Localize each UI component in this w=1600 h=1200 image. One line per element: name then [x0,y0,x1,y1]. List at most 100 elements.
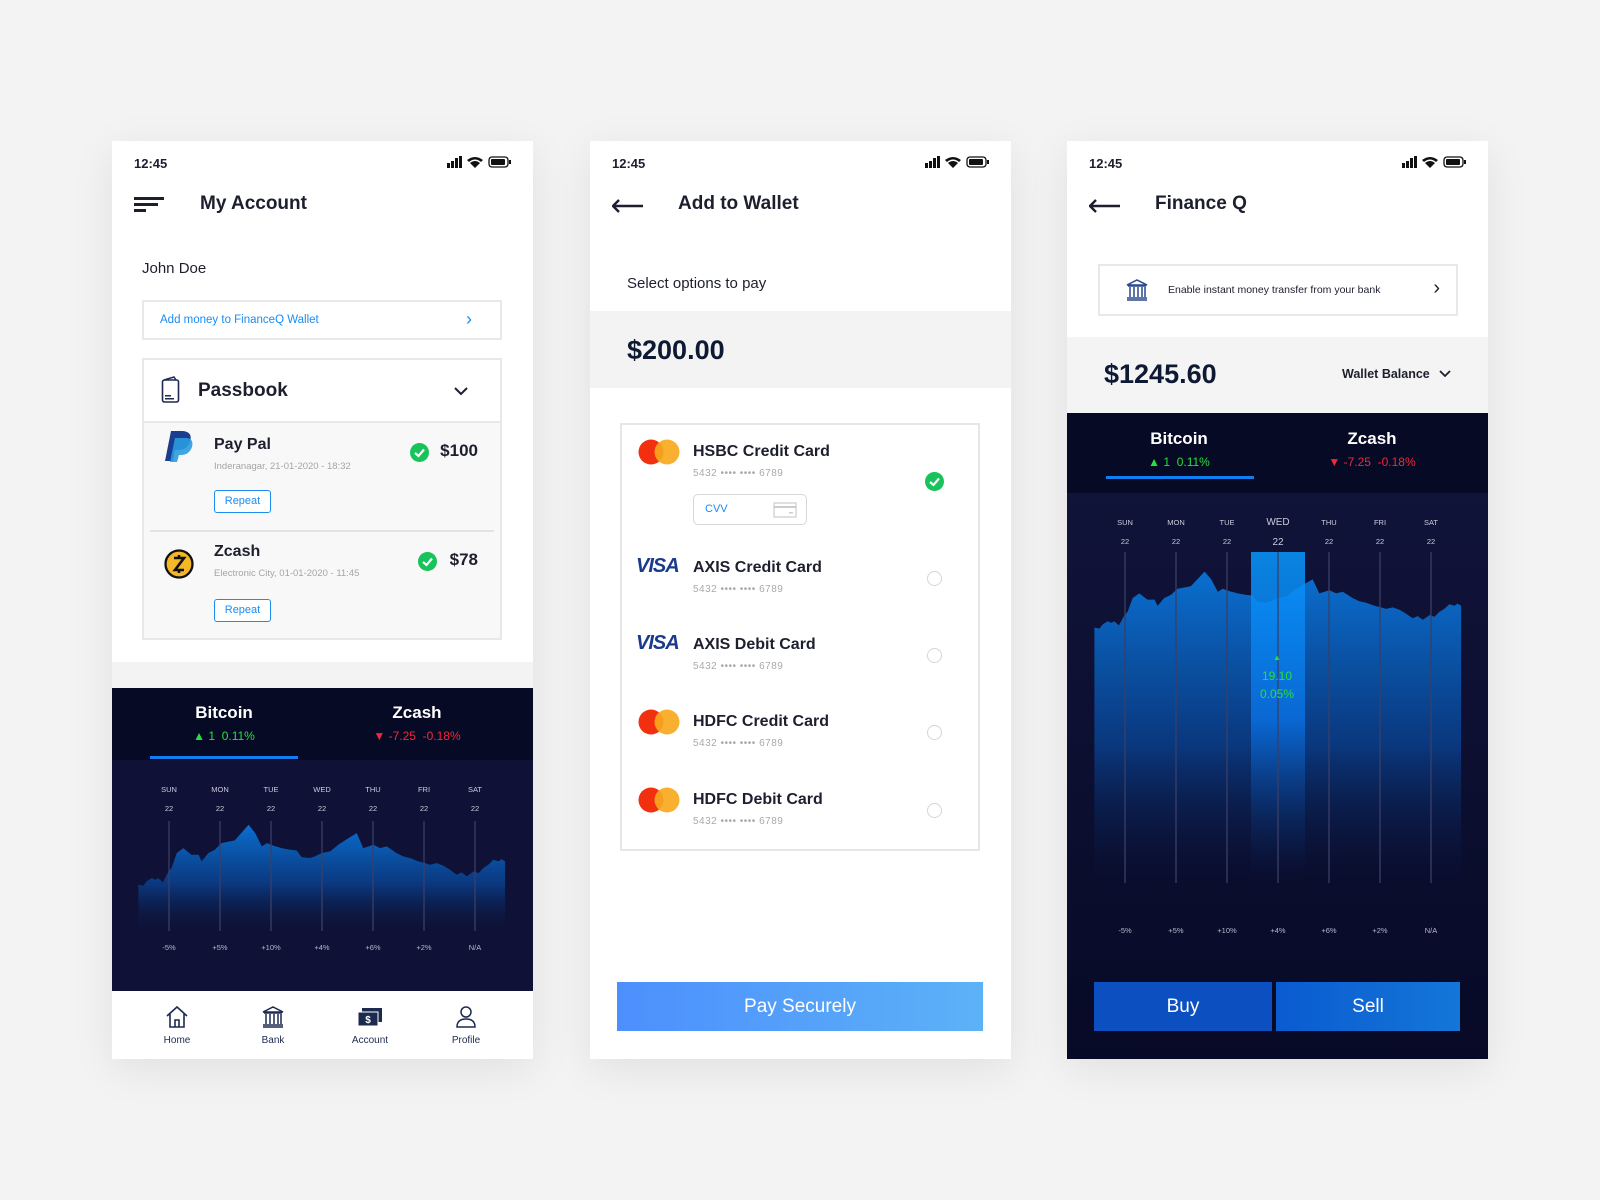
selected-check-icon[interactable] [925,472,944,491]
change-label: N/A [1425,926,1438,935]
card-option[interactable]: HDFC Credit Card 5432 •••• •••• 6789 [620,695,980,772]
balance-value: $1245.60 [1104,359,1217,389]
mastercard-logo [638,787,680,813]
crypto-chart-section: Bitcoin ▲ 1 0.11% Zcash ▼ -7.25 -0.18% SUN… [112,688,533,991]
card-option[interactable]: HSBC Credit Card 5432 •••• •••• 6789 CVV [620,423,980,541]
radio-button[interactable] [927,803,942,818]
add-money-link[interactable]: Add money to FinanceQ Wallet › [142,300,502,340]
chevron-right-icon: › [466,309,472,329]
back-arrow-icon[interactable] [1089,199,1121,213]
day-label: FRI [1374,518,1386,527]
nav-label: Home [163,1035,191,1046]
day-label: WED [313,785,331,794]
radio-button[interactable] [927,571,942,586]
date-label: 22 [1172,537,1180,546]
date-label: 22 [165,804,173,813]
nav-profile[interactable]: Profile [426,1005,506,1046]
chevron-right-icon: › [1433,277,1440,299]
balance-strip: $1245.60 Wallet Balance [1067,337,1488,413]
bank-banner-text: Enable instant money transfer from your … [1168,284,1381,296]
change-label: +10% [261,943,281,952]
day-label: SAT [468,785,482,794]
status-time: 12:45 [134,156,168,171]
balance-selector[interactable]: Wallet Balance [1342,367,1451,381]
card-option[interactable]: VISA AXIS Debit Card 5432 •••• •••• 6789 [620,618,980,695]
change-label: +4% [1270,926,1286,935]
balance-selector-label: Wallet Balance [1342,367,1430,381]
date-label: 22 [318,804,326,813]
bottom-nav: Home Bank $ Account Profile [112,991,533,1059]
home-icon [166,1005,188,1028]
buy-button[interactable]: Buy [1094,982,1272,1031]
card-name: HDFC Credit Card [693,713,830,730]
card-number: 5432 •••• •••• 6789 [693,584,784,595]
date-label: 22 [471,804,479,813]
mastercard-logo [638,439,680,465]
date-label: 22 [1427,537,1435,546]
pay-securely-button[interactable]: Pay Securely [617,982,983,1031]
date-label: 22 [1272,537,1284,548]
passbook-header[interactable]: Passbook [144,360,500,423]
sell-button[interactable]: Sell [1276,982,1460,1031]
nav-label: Profile [451,1035,481,1046]
card-option[interactable]: HDFC Debit Card 5432 •••• •••• 6789 [620,773,980,850]
radio-button[interactable] [927,648,942,663]
hamburger-icon[interactable] [134,197,164,213]
highlight-percent: 0.05% [1259,687,1295,701]
my-account-screen: 12:45 My Account John Doe Add money to F… [112,141,533,1059]
change-label: -5% [1118,926,1132,935]
chevron-down-icon[interactable] [454,387,468,396]
page-title: Add to Wallet [678,193,799,214]
passbook-item-detail: Inderanagar, 21-01-2020 - 18:32 [214,461,351,472]
day-label: THU [365,785,380,794]
nav-home[interactable]: Home [137,1005,217,1046]
change-label: -5% [162,943,176,952]
visa-logo: VISA [636,555,680,577]
svg-text:$: $ [365,1015,371,1026]
change-label: +5% [212,943,228,952]
date-label: 22 [1325,537,1333,546]
day-label: SUN [1117,518,1133,527]
card-name: HDFC Debit Card [693,791,823,808]
up-arrow-icon: ▲ [1273,653,1281,662]
cvv-input[interactable]: CVV [693,494,807,525]
repeat-button[interactable]: Repeat [214,490,271,513]
success-check-icon [410,443,429,462]
date-label: 22 [1223,537,1231,546]
page-title: Finance Q [1155,193,1247,214]
date-label: 22 [420,804,428,813]
passbook-item-name: Pay Pal [214,436,271,453]
paypal-logo [165,431,193,462]
day-label: THU [1321,518,1336,527]
bitcoin-area-chart: SUN 22 -5% MON 22 +5% TUE 22 +10% WED 22 +4% THU 22 +6… [138,785,506,952]
day-label: MON [211,785,229,794]
radio-button[interactable] [927,725,942,740]
highlight-value: 19.10 [1261,669,1293,683]
bank-transfer-banner[interactable]: Enable instant money transfer from your … [1098,264,1458,316]
date-label: 22 [369,804,377,813]
nav-account[interactable]: $ Account [330,1005,410,1046]
page-title: My Account [200,193,307,214]
crypto-chart-section: Bitcoin ▲ 1 0.11% Zcash ▼ -7.25 -0.18% SUN… [1067,413,1488,1059]
date-label: 22 [267,804,275,813]
repeat-button[interactable]: Repeat [214,599,271,622]
nav-label: Bank [261,1035,285,1046]
passbook-item-name: Zcash [214,543,261,560]
mastercard-logo [638,709,680,735]
nav-bank[interactable]: Bank [233,1005,313,1046]
bitcoin-area-chart: SUN 22 -5% MON 22 +5% TUE 22 +10% WED 22 +4% THU 22 +6… [1094,517,1462,935]
zcash-logo [164,549,194,579]
passbook-card: Passbook [142,358,502,640]
date-label: 22 [216,804,224,813]
card-option[interactable]: VISA AXIS Credit Card 5432 •••• •••• 6789 [620,541,980,618]
amount-value: $200.00 [627,335,725,365]
money-icon: $ [357,1008,382,1027]
date-label: 22 [1376,537,1384,546]
day-label: WED [1266,517,1289,528]
back-arrow-icon[interactable] [612,199,644,213]
user-icon [456,1006,476,1028]
add-to-wallet-screen: 12:45 Add to Wallet Select options to pa… [590,141,1011,1059]
card-icon [773,502,797,518]
card-name: HSBC Credit Card [693,443,830,460]
success-check-icon [418,552,437,571]
